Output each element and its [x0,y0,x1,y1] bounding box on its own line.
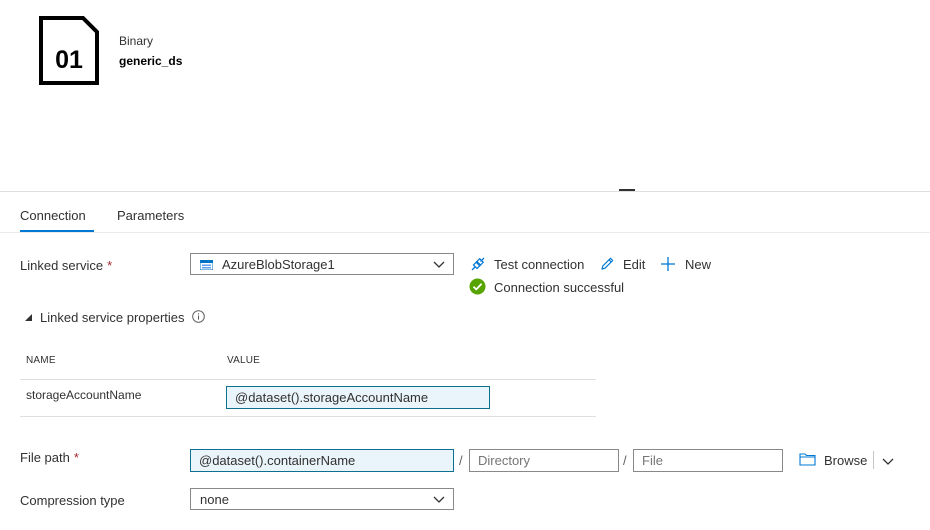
linked-service-label: Linked service * [20,258,112,273]
property-name: storageAccountName [26,388,142,402]
compression-type-selected: none [200,492,229,507]
column-header-value: VALUE [227,355,261,366]
edit-button[interactable]: Edit [623,257,645,272]
column-header-name: NAME [26,355,56,366]
success-check-icon [469,278,486,295]
file-path-label-text: File path [20,450,70,465]
storage-account-icon [200,260,213,270]
plug-icon [471,257,485,271]
test-connection-button[interactable]: Test connection [494,257,584,272]
path-separator: / [459,453,463,468]
storage-account-name-input[interactable] [226,386,490,409]
folder-icon [799,453,816,466]
tab-parameters[interactable]: Parameters [117,208,184,223]
browse-button[interactable]: Browse [824,453,867,468]
info-icon[interactable] [192,310,205,323]
file-path-label: File path * [20,450,79,465]
binary-dataset-icon: 01 [39,16,99,85]
splitter-grip[interactable] [619,189,635,191]
file-input[interactable] [633,449,783,472]
required-marker: * [73,450,79,465]
linked-service-properties-toggle[interactable]: Linked service properties [40,310,185,325]
plus-icon [661,257,675,271]
linked-service-selected: AzureBlobStorage1 [222,257,335,272]
linked-service-label-text: Linked service [20,258,104,273]
connection-status-text: Connection successful [494,280,625,295]
compression-type-label: Compression type [20,493,125,508]
table-row-divider [20,416,596,417]
tabs-divider [0,232,930,233]
new-button[interactable]: New [685,257,711,272]
panel-splitter[interactable] [0,191,930,192]
linked-service-dropdown[interactable]: AzureBlobStorage1 [190,253,454,275]
table-header-divider [20,379,596,380]
tab-connection[interactable]: Connection [20,208,86,223]
dataset-type: Binary [119,34,154,48]
dataset-name: generic_ds [119,54,183,68]
browse-divider [873,451,874,469]
container-input[interactable] [190,449,454,472]
binary-icon-text: 01 [55,46,83,74]
chevron-down-icon[interactable] [882,455,894,467]
directory-input[interactable] [469,449,619,472]
chevron-down-icon [433,261,445,268]
required-marker: * [107,258,113,273]
collapse-triangle-icon[interactable] [24,313,33,322]
compression-type-dropdown[interactable]: none [190,488,454,510]
chevron-down-icon [433,496,445,503]
pencil-icon [601,257,614,270]
path-separator: / [623,453,627,468]
